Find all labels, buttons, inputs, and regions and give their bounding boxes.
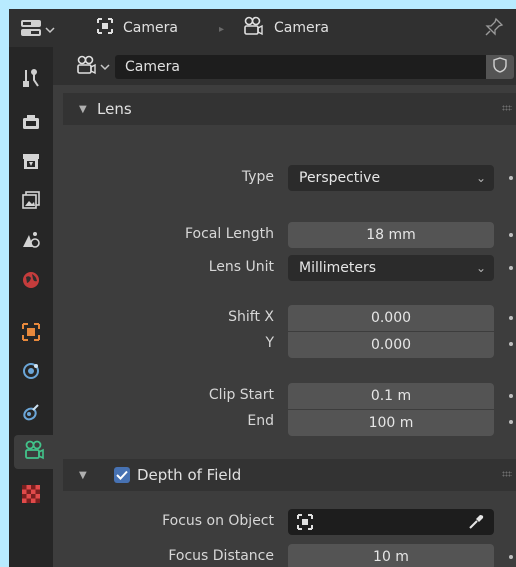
lens-unit-label: Lens Unit bbox=[208, 259, 274, 275]
tab-texture[interactable] bbox=[14, 479, 48, 513]
breadcrumb-object-label: Camera bbox=[123, 20, 178, 36]
chevron-down-icon: ⌄ bbox=[475, 261, 486, 275]
focus-object-field[interactable] bbox=[288, 509, 494, 535]
properties-content: Camera ▼ Lens Type Perspective ⌄ Focal L… bbox=[53, 47, 516, 567]
lens-type-label: Type bbox=[241, 169, 274, 185]
dof-enable-checkbox[interactable] bbox=[114, 467, 130, 483]
chevron-down-icon: ⌄ bbox=[475, 171, 486, 185]
lens-unit-row: Lens Unit Millimeters ⌄ bbox=[53, 255, 516, 281]
focus-distance-row: Focus Distance 10 m bbox=[53, 544, 516, 567]
animate-property-icon[interactable] bbox=[509, 233, 513, 237]
clip-start-row: Clip Start 0.1 m bbox=[53, 383, 516, 409]
tool-icon bbox=[21, 68, 41, 92]
dof-panel-header[interactable]: ▼ Depth of Field bbox=[63, 459, 516, 491]
lens-type-dropdown[interactable]: Perspective ⌄ bbox=[288, 165, 494, 191]
shift-y-field[interactable]: 0.000 bbox=[288, 332, 494, 358]
properties-editor-icon bbox=[20, 18, 42, 42]
breadcrumb-data: Camera bbox=[242, 9, 329, 47]
animate-property-icon[interactable] bbox=[509, 555, 513, 559]
object-icon bbox=[297, 514, 313, 534]
object-icon bbox=[21, 322, 41, 346]
animate-property-icon[interactable] bbox=[509, 266, 513, 270]
shift-y-label: Y bbox=[265, 335, 274, 351]
drag-grip-icon[interactable] bbox=[502, 471, 512, 477]
tab-camera-data[interactable] bbox=[14, 435, 53, 469]
disclosure-arrow-icon: ▼ bbox=[79, 469, 87, 481]
camera-data-icon bbox=[242, 16, 264, 40]
lens-unit-value: Millimeters bbox=[299, 260, 377, 276]
texture-icon bbox=[22, 485, 40, 507]
tab-scene[interactable] bbox=[14, 225, 48, 259]
editor-type-dropdown[interactable] bbox=[20, 18, 55, 42]
datablock-browse[interactable] bbox=[75, 55, 110, 79]
clip-start-label: Clip Start bbox=[208, 387, 274, 403]
clip-start-field[interactable]: 0.1 m bbox=[288, 383, 494, 409]
tab-view-layer[interactable] bbox=[14, 185, 48, 219]
editor-header: Camera ▸ Camera bbox=[9, 9, 516, 47]
tab-render[interactable] bbox=[14, 107, 48, 141]
focal-length-row: Focal Length 18 mm bbox=[53, 222, 516, 248]
animate-property-icon[interactable] bbox=[509, 342, 513, 346]
breadcrumb-data-label: Camera bbox=[274, 20, 329, 36]
animate-property-icon[interactable] bbox=[509, 394, 513, 398]
clip-end-label: End bbox=[247, 413, 274, 429]
focus-distance-field[interactable]: 10 m bbox=[288, 544, 494, 567]
properties-editor: Camera ▸ Camera Camera ▼ Lens Type Persp… bbox=[9, 9, 516, 567]
breadcrumb-object: Camera bbox=[97, 9, 178, 47]
scene-icon bbox=[21, 230, 41, 254]
animate-property-icon[interactable] bbox=[509, 316, 513, 320]
tab-output[interactable] bbox=[14, 146, 48, 180]
pin-icon[interactable] bbox=[484, 17, 504, 41]
shield-icon bbox=[493, 57, 507, 77]
lens-unit-dropdown[interactable]: Millimeters ⌄ bbox=[288, 255, 494, 281]
properties-tabs bbox=[9, 47, 53, 567]
view-layer-icon bbox=[21, 190, 41, 214]
fake-user-button[interactable] bbox=[486, 55, 514, 79]
tab-tool[interactable] bbox=[14, 63, 48, 97]
dof-panel-title: Depth of Field bbox=[137, 466, 242, 484]
render-icon bbox=[21, 112, 41, 136]
lens-type-row: Type Perspective ⌄ bbox=[53, 165, 516, 191]
shift-x-field[interactable]: 0.000 bbox=[288, 305, 494, 331]
tab-object[interactable] bbox=[14, 317, 48, 351]
output-icon bbox=[21, 151, 41, 175]
disclosure-arrow-icon: ▼ bbox=[79, 103, 87, 115]
focal-length-field[interactable]: 18 mm bbox=[288, 222, 494, 248]
focus-object-row: Focus on Object bbox=[53, 509, 516, 535]
focal-length-label: Focal Length bbox=[184, 226, 274, 242]
eyedropper-icon[interactable] bbox=[467, 513, 485, 535]
tab-world[interactable] bbox=[14, 265, 48, 299]
lens-type-value: Perspective bbox=[299, 170, 381, 186]
shift-x-row: Shift X 0.000 bbox=[53, 305, 516, 331]
chevron-down-icon bbox=[100, 59, 110, 75]
clip-end-field[interactable]: 100 m bbox=[288, 410, 494, 436]
animate-property-icon[interactable] bbox=[509, 420, 513, 424]
drag-grip-icon[interactable] bbox=[502, 105, 512, 111]
camera-data-icon bbox=[75, 55, 97, 79]
world-icon bbox=[21, 270, 41, 294]
tab-constraints[interactable] bbox=[14, 397, 48, 431]
focus-distance-label: Focus Distance bbox=[168, 548, 274, 564]
datablock-name-field[interactable]: Camera bbox=[115, 55, 486, 79]
tab-physics[interactable] bbox=[14, 356, 48, 390]
shift-x-label: Shift X bbox=[228, 309, 274, 325]
datablock-selector: Camera bbox=[53, 47, 516, 85]
lens-panel-header[interactable]: ▼ Lens bbox=[63, 93, 516, 125]
focus-object-label: Focus on Object bbox=[162, 513, 274, 529]
camera-object-icon bbox=[97, 18, 113, 38]
animate-property-icon[interactable] bbox=[509, 176, 513, 180]
lens-panel-title: Lens bbox=[97, 100, 132, 118]
constraints-icon bbox=[21, 402, 41, 426]
breadcrumb-separator-icon: ▸ bbox=[219, 24, 225, 35]
shift-y-row: Y 0.000 bbox=[53, 331, 516, 358]
chevron-down-icon bbox=[45, 22, 55, 38]
clip-end-row: End 100 m bbox=[53, 409, 516, 436]
physics-icon bbox=[21, 361, 41, 385]
camera-data-tab-icon bbox=[23, 440, 45, 464]
